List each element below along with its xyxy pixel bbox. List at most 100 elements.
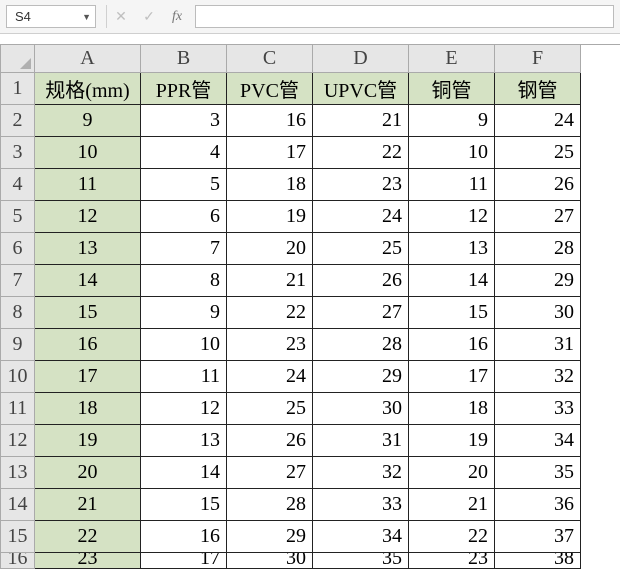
cell-C5[interactable]: 19 [227,201,313,233]
name-box[interactable]: S4 ▼ [6,5,96,28]
cell-D14[interactable]: 33 [313,489,409,521]
cell-B2[interactable]: 3 [141,105,227,137]
cell-A12[interactable]: 19 [35,425,141,457]
cell-E2[interactable]: 9 [409,105,495,137]
row-header-2[interactable]: 2 [1,105,35,137]
cell-F12[interactable]: 34 [495,425,581,457]
cell-B7[interactable]: 8 [141,265,227,297]
cell-D10[interactable]: 29 [313,361,409,393]
column-header-C[interactable]: C [227,45,313,73]
row-header-12[interactable]: 12 [1,425,35,457]
row-header-6[interactable]: 6 [1,233,35,265]
row-header-16[interactable]: 16 [1,553,35,569]
cell-A3[interactable]: 10 [35,137,141,169]
cell-C9[interactable]: 23 [227,329,313,361]
header-cell-A[interactable]: 规格(mm) [35,73,141,105]
cell-E11[interactable]: 18 [409,393,495,425]
cell-E12[interactable]: 19 [409,425,495,457]
spreadsheet-grid[interactable]: ABCDEF1规格(mm)PPR管PVC管UPVC管铜管钢管2931621924… [0,44,620,569]
cell-E16[interactable]: 23 [409,553,495,569]
cell-E3[interactable]: 10 [409,137,495,169]
cell-D7[interactable]: 26 [313,265,409,297]
cell-E6[interactable]: 13 [409,233,495,265]
cell-D9[interactable]: 28 [313,329,409,361]
cell-D12[interactable]: 31 [313,425,409,457]
cell-B16[interactable]: 17 [141,553,227,569]
cell-A8[interactable]: 15 [35,297,141,329]
cell-D15[interactable]: 34 [313,521,409,553]
header-cell-B[interactable]: PPR管 [141,73,227,105]
row-header-4[interactable]: 4 [1,169,35,201]
row-header-10[interactable]: 10 [1,361,35,393]
cell-B9[interactable]: 10 [141,329,227,361]
cell-B4[interactable]: 5 [141,169,227,201]
insert-function-button[interactable]: fx [163,0,191,33]
cell-B15[interactable]: 16 [141,521,227,553]
cell-A9[interactable]: 16 [35,329,141,361]
cell-C14[interactable]: 28 [227,489,313,521]
cell-F4[interactable]: 26 [495,169,581,201]
column-header-B[interactable]: B [141,45,227,73]
cell-F2[interactable]: 24 [495,105,581,137]
cell-C15[interactable]: 29 [227,521,313,553]
cell-D3[interactable]: 22 [313,137,409,169]
cell-D11[interactable]: 30 [313,393,409,425]
cell-F15[interactable]: 37 [495,521,581,553]
cell-A14[interactable]: 21 [35,489,141,521]
cell-E14[interactable]: 21 [409,489,495,521]
cell-E4[interactable]: 11 [409,169,495,201]
row-header-14[interactable]: 14 [1,489,35,521]
cell-C12[interactable]: 26 [227,425,313,457]
cell-F5[interactable]: 27 [495,201,581,233]
cell-F6[interactable]: 28 [495,233,581,265]
chevron-down-icon[interactable]: ▼ [82,12,91,22]
cell-C3[interactable]: 17 [227,137,313,169]
cell-C8[interactable]: 22 [227,297,313,329]
cell-D4[interactable]: 23 [313,169,409,201]
cell-E5[interactable]: 12 [409,201,495,233]
cell-C13[interactable]: 27 [227,457,313,489]
column-header-E[interactable]: E [409,45,495,73]
row-header-8[interactable]: 8 [1,297,35,329]
column-header-D[interactable]: D [313,45,409,73]
column-header-A[interactable]: A [35,45,141,73]
cell-B11[interactable]: 12 [141,393,227,425]
cell-B13[interactable]: 14 [141,457,227,489]
cell-F9[interactable]: 31 [495,329,581,361]
cell-A16[interactable]: 23 [35,553,141,569]
row-header-13[interactable]: 13 [1,457,35,489]
cell-B14[interactable]: 15 [141,489,227,521]
cell-E9[interactable]: 16 [409,329,495,361]
cell-F3[interactable]: 25 [495,137,581,169]
row-header-3[interactable]: 3 [1,137,35,169]
cell-E7[interactable]: 14 [409,265,495,297]
cell-A4[interactable]: 11 [35,169,141,201]
cell-C10[interactable]: 24 [227,361,313,393]
cell-C2[interactable]: 16 [227,105,313,137]
cell-A7[interactable]: 14 [35,265,141,297]
header-cell-D[interactable]: UPVC管 [313,73,409,105]
cell-B6[interactable]: 7 [141,233,227,265]
cell-D13[interactable]: 32 [313,457,409,489]
cell-E13[interactable]: 20 [409,457,495,489]
cell-C16[interactable]: 30 [227,553,313,569]
header-cell-F[interactable]: 钢管 [495,73,581,105]
cell-E15[interactable]: 22 [409,521,495,553]
cell-A13[interactable]: 20 [35,457,141,489]
cell-F16[interactable]: 38 [495,553,581,569]
cell-D6[interactable]: 25 [313,233,409,265]
column-header-F[interactable]: F [495,45,581,73]
cell-F14[interactable]: 36 [495,489,581,521]
row-header-7[interactable]: 7 [1,265,35,297]
cell-A2[interactable]: 9 [35,105,141,137]
cell-A10[interactable]: 17 [35,361,141,393]
cell-F11[interactable]: 33 [495,393,581,425]
cell-C11[interactable]: 25 [227,393,313,425]
cell-F10[interactable]: 32 [495,361,581,393]
cell-C7[interactable]: 21 [227,265,313,297]
row-header-1[interactable]: 1 [1,73,35,105]
cell-B12[interactable]: 13 [141,425,227,457]
row-header-15[interactable]: 15 [1,521,35,553]
cell-A15[interactable]: 22 [35,521,141,553]
cell-F8[interactable]: 30 [495,297,581,329]
